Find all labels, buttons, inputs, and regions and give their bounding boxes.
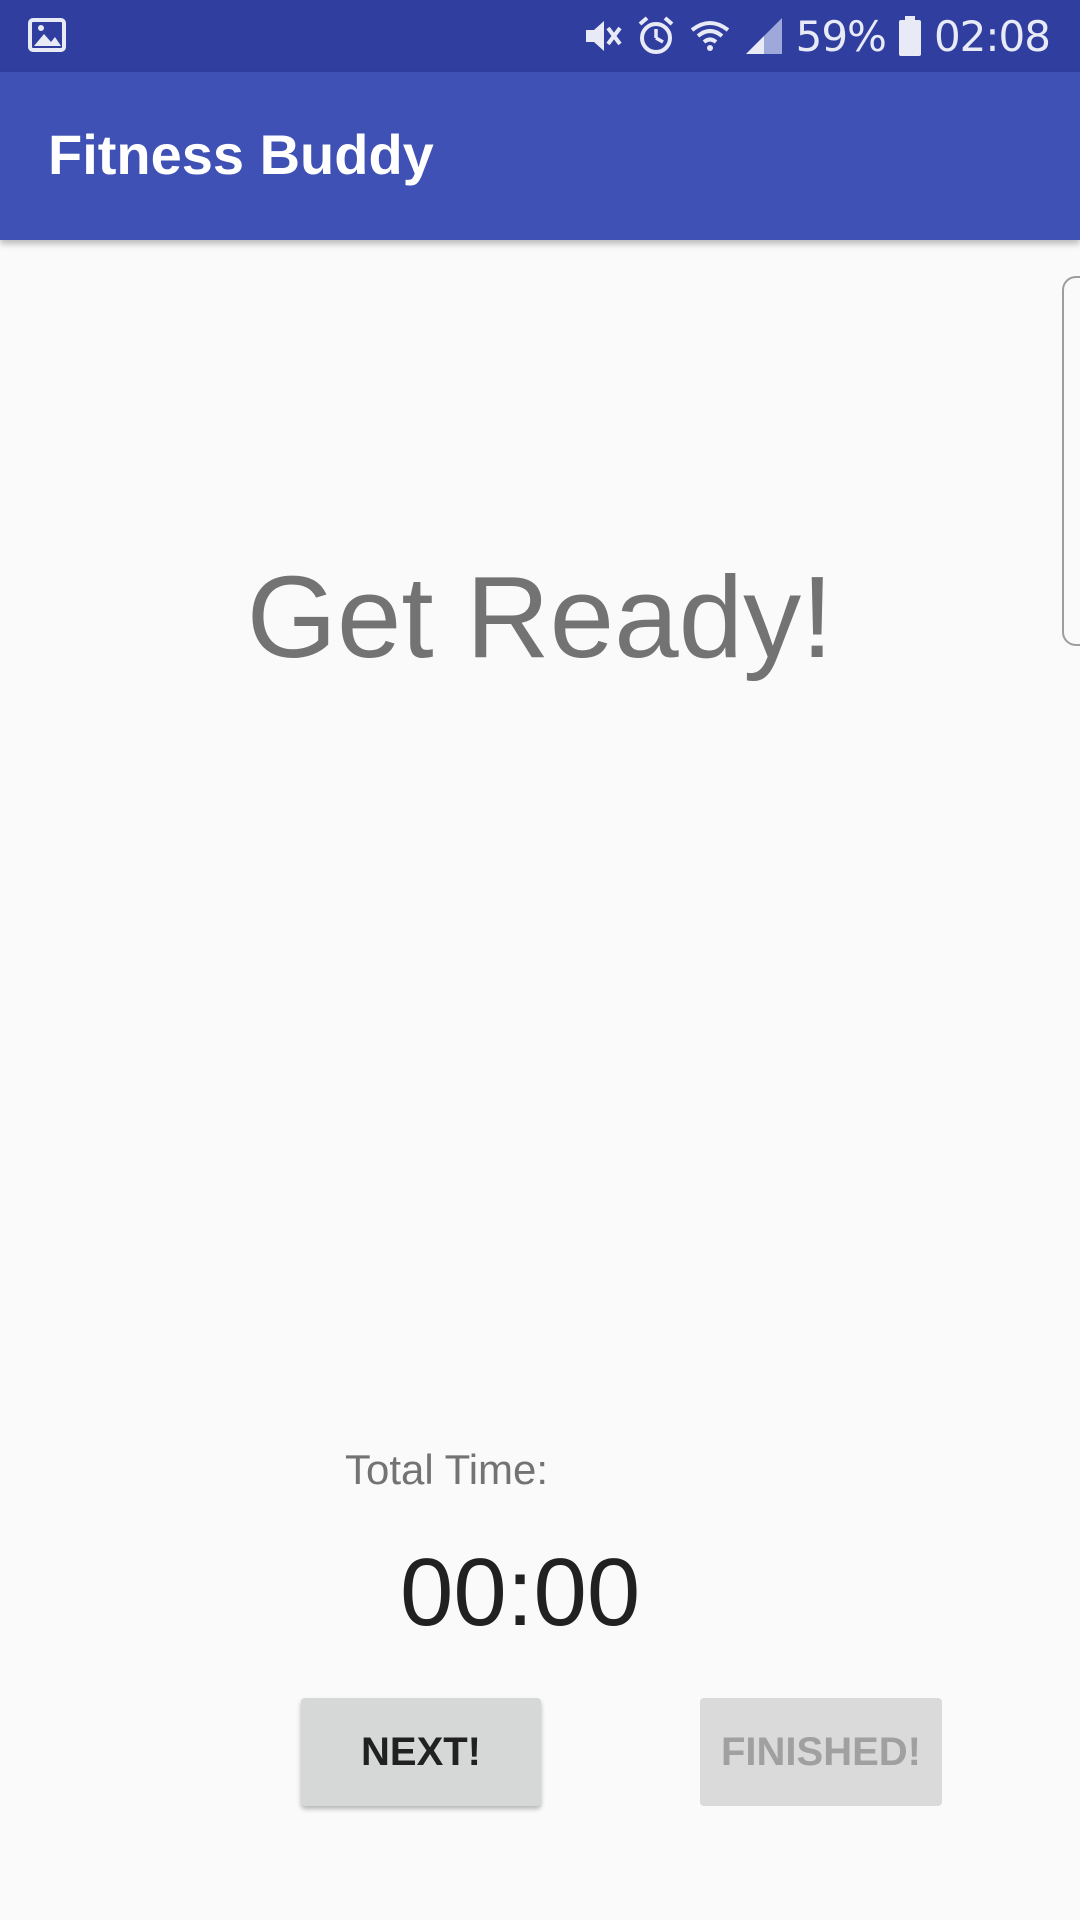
status-bar: 59% 02:08 — [0, 0, 1080, 72]
image-notification-icon — [28, 18, 68, 54]
battery-icon — [896, 14, 924, 58]
app-bar: Fitness Buddy — [0, 72, 1080, 240]
main-content: Get Ready! Total Time: 00:00 — [0, 240, 1080, 1920]
total-time-value: 00:00 — [400, 1539, 641, 1646]
exercise-headline: Get Ready! — [246, 552, 834, 682]
next-button[interactable]: NEXT! — [301, 1698, 541, 1806]
battery-percent: 59% — [795, 11, 887, 61]
mute-icon — [580, 14, 624, 58]
app-title: Fitness Buddy — [48, 123, 434, 186]
wifi-icon — [688, 14, 732, 58]
signal-icon — [742, 14, 786, 58]
finished-button[interactable]: FINISHED! — [700, 1698, 942, 1806]
status-time: 02:08 — [933, 11, 1051, 61]
alarm-icon — [634, 14, 678, 58]
total-time-label: Total Time: — [345, 1446, 549, 1493]
status-icons: 59% 02:08 — [580, 10, 1051, 62]
